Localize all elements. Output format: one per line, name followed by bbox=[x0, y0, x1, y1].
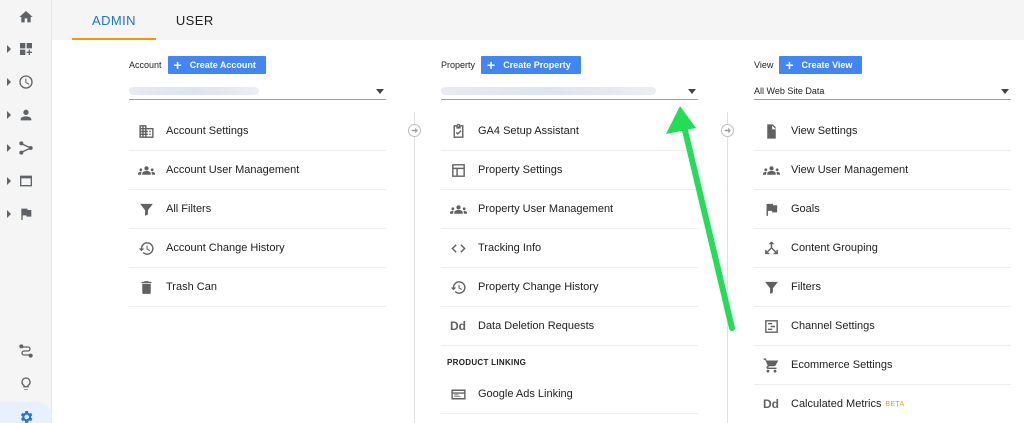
account-change-history-item[interactable]: Account Change History bbox=[129, 229, 386, 268]
admin-nav[interactable] bbox=[0, 402, 52, 423]
home-nav[interactable] bbox=[0, 2, 52, 32]
property-header: Property + Create Property bbox=[441, 56, 581, 74]
goals-item[interactable]: Goals bbox=[754, 190, 1011, 229]
view-settings-item[interactable]: View Settings bbox=[754, 112, 1011, 151]
property-name-redacted bbox=[441, 86, 656, 95]
dd-icon: Dd bbox=[450, 319, 466, 333]
account-menu: Account Settings Account User Management… bbox=[129, 112, 386, 307]
beta-badge: BETA bbox=[885, 400, 905, 408]
people-icon bbox=[449, 204, 467, 214]
clock-icon bbox=[19, 75, 33, 89]
tab-user[interactable]: USER bbox=[156, 0, 234, 40]
history-icon bbox=[450, 280, 466, 294]
create-view-button[interactable]: + Create View bbox=[779, 56, 863, 74]
account-selector[interactable] bbox=[129, 82, 386, 100]
filter-icon bbox=[139, 203, 153, 216]
building-icon bbox=[138, 124, 154, 138]
customization-nav[interactable] bbox=[0, 34, 52, 64]
person-icon bbox=[20, 109, 32, 121]
arrow-right-icon bbox=[411, 127, 418, 134]
dropdown-arrow-icon bbox=[1001, 89, 1009, 94]
code-icon bbox=[450, 243, 466, 253]
behavior-icon bbox=[20, 175, 32, 187]
behavior-nav[interactable] bbox=[0, 166, 52, 196]
property-selector[interactable] bbox=[441, 82, 698, 100]
channel-icon bbox=[764, 319, 778, 333]
account-user-management-item[interactable]: Account User Management bbox=[129, 151, 386, 190]
create-property-button[interactable]: + Create Property bbox=[481, 56, 581, 74]
product-linking-heading: PRODUCT LINKING bbox=[447, 358, 527, 367]
document-icon bbox=[766, 123, 776, 139]
filter-icon bbox=[764, 281, 778, 294]
column-divider bbox=[414, 112, 415, 423]
content-grouping-item[interactable]: Content Grouping bbox=[754, 229, 1011, 268]
all-filters-item[interactable]: All Filters bbox=[129, 190, 386, 229]
channel-settings-item[interactable]: Channel Settings bbox=[754, 307, 1011, 346]
tab-admin[interactable]: ADMIN bbox=[72, 0, 156, 40]
ads-icon bbox=[450, 389, 466, 399]
create-account-button[interactable]: + Create Account bbox=[167, 56, 266, 74]
account-header: Account + Create Account bbox=[129, 56, 266, 74]
layout-icon bbox=[451, 163, 465, 177]
left-nav-rail bbox=[0, 0, 52, 423]
property-label: Property bbox=[441, 60, 476, 70]
view-label: View bbox=[754, 60, 774, 70]
view-menu: View Settings View User Management Goals… bbox=[754, 112, 1011, 423]
admin-tabs: ADMIN USER bbox=[52, 0, 1024, 40]
realtime-nav[interactable] bbox=[0, 67, 52, 97]
discover-nav[interactable] bbox=[0, 369, 52, 399]
dd-icon: Dd bbox=[763, 397, 779, 411]
google-ads-linking-item[interactable]: Google Ads Linking bbox=[441, 375, 698, 414]
view-selector[interactable]: All Web Site Data bbox=[754, 82, 1011, 100]
calculated-metrics-item[interactable]: Dd Calculated Metrics BETA bbox=[754, 385, 1011, 423]
trash-can-item[interactable]: Trash Can bbox=[129, 268, 386, 307]
filters-item[interactable]: Filters bbox=[754, 268, 1011, 307]
account-label: Account bbox=[129, 60, 162, 70]
dropdown-arrow-icon bbox=[688, 89, 696, 94]
trash-icon bbox=[141, 280, 151, 294]
audience-nav[interactable] bbox=[0, 100, 52, 130]
plus-icon: + bbox=[785, 57, 794, 73]
flag-icon bbox=[766, 203, 777, 216]
account-name-redacted bbox=[129, 86, 259, 95]
dropdown-arrow-icon bbox=[376, 89, 384, 94]
plus-icon: + bbox=[173, 57, 182, 73]
view-selected-value: All Web Site Data bbox=[754, 85, 825, 96]
view-user-management-item[interactable]: View User Management bbox=[754, 151, 1011, 190]
column-connector bbox=[408, 124, 421, 137]
plus-icon: + bbox=[487, 57, 496, 73]
acquisition-icon bbox=[19, 141, 33, 155]
grouping-icon bbox=[764, 240, 778, 254]
account-settings-item[interactable]: Account Settings bbox=[129, 112, 386, 151]
attribution-icon bbox=[19, 344, 33, 358]
home-icon bbox=[19, 11, 33, 23]
view-header: View + Create View bbox=[754, 56, 863, 74]
flag-icon bbox=[21, 208, 32, 220]
checklist-icon bbox=[453, 123, 463, 138]
cart-icon bbox=[763, 357, 778, 373]
people-icon bbox=[762, 165, 780, 175]
lightbulb-icon bbox=[21, 377, 31, 390]
ecommerce-settings-item[interactable]: Ecommerce Settings bbox=[754, 346, 1011, 385]
gear-icon bbox=[20, 411, 33, 423]
annotation-arrow bbox=[666, 106, 735, 331]
dashboard-add-icon bbox=[20, 43, 32, 55]
history-icon bbox=[138, 241, 154, 255]
acquisition-nav[interactable] bbox=[0, 133, 52, 163]
people-icon bbox=[137, 165, 155, 175]
attribution-nav[interactable] bbox=[0, 336, 52, 366]
conversions-nav[interactable] bbox=[0, 199, 52, 229]
